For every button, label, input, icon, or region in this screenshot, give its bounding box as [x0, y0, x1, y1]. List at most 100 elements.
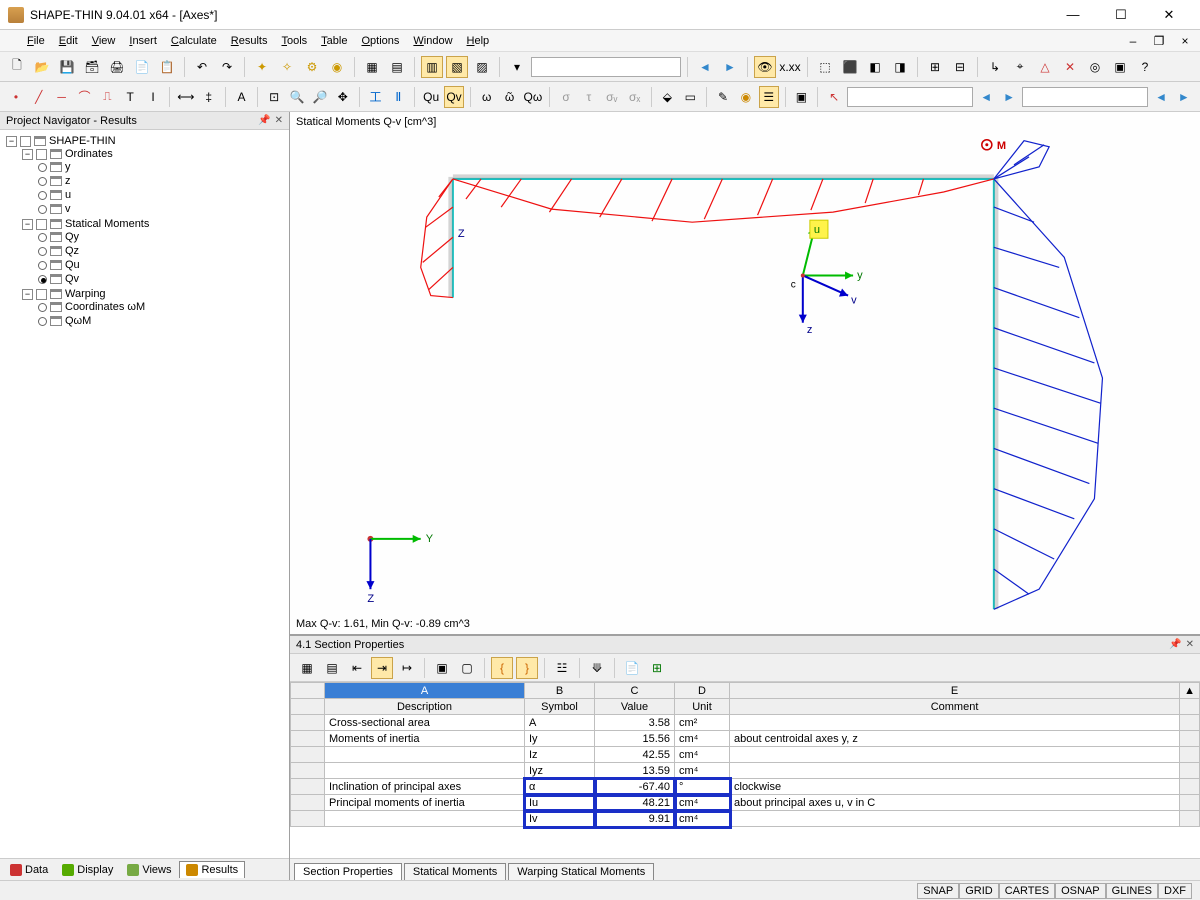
num-icon[interactable]: x.xx [779, 56, 801, 78]
filter-icon[interactable]: ▣ [792, 86, 812, 108]
tree-item[interactable]: v [38, 202, 287, 216]
pt-btn-5[interactable]: ↦ [396, 657, 418, 679]
doc-icon[interactable] [4, 34, 18, 48]
section-h-icon[interactable]: Ⅱ [388, 86, 408, 108]
table-row[interactable]: Cross-sectional areaA3.58cm² [291, 715, 1200, 731]
redo-icon[interactable]: ↷ [216, 56, 238, 78]
navigator-tree[interactable]: −SHAPE-THIN −Ordinatesyzuv−Statical Mome… [0, 130, 289, 858]
tree-item[interactable]: Qu [38, 258, 287, 272]
table2-icon[interactable]: ▧ [446, 56, 468, 78]
draw-c-icon[interactable]: ☰ [759, 86, 779, 108]
menu-results[interactable]: Results [224, 33, 275, 49]
status-osnap[interactable]: OSNAP [1055, 883, 1106, 899]
table3-icon[interactable]: ▨ [471, 56, 493, 78]
status-glines[interactable]: GLINES [1106, 883, 1158, 899]
navtab-views[interactable]: Views [121, 862, 177, 878]
table-row[interactable]: Iz42.55cm⁴ [291, 747, 1200, 763]
tree-item[interactable]: Qv [38, 272, 287, 286]
combo-view[interactable] [531, 57, 681, 77]
sigma-d-icon[interactable]: σₓ [625, 86, 645, 108]
table-row[interactable]: Iv9.91cm⁴ [291, 811, 1200, 827]
navtab-results[interactable]: Results [179, 861, 245, 878]
sel2-prev-icon[interactable]: ◄ [1151, 86, 1171, 108]
tree-item[interactable]: z [38, 174, 287, 188]
pt-excel-icon[interactable]: ⊞ [646, 657, 668, 679]
undo-icon[interactable]: ↶ [191, 56, 213, 78]
saveall-icon[interactable]: 🗃 [81, 56, 103, 78]
mdi-close-icon[interactable]: × [1174, 30, 1196, 52]
pt-btn-10[interactable]: ☳ [551, 657, 573, 679]
tree-item[interactable]: Coordinates ωM [38, 300, 287, 314]
sections-icon[interactable]: ▦ [361, 56, 383, 78]
poly-icon[interactable]: ⎍ [97, 86, 117, 108]
zoom-in-icon[interactable]: 🔍 [287, 86, 307, 108]
pan-icon[interactable]: ✥ [333, 86, 353, 108]
sel2-next-icon[interactable]: ► [1174, 86, 1194, 108]
menu-help[interactable]: Help [460, 33, 497, 49]
sigma-a-icon[interactable]: σ [556, 86, 576, 108]
minimize-button[interactable]: — [1050, 1, 1096, 29]
line2-icon[interactable]: ─ [52, 86, 72, 108]
prev-icon[interactable]: ◄ [694, 56, 716, 78]
tree-item[interactable]: u [38, 188, 287, 202]
pt-btn-3[interactable]: ⇤ [346, 657, 368, 679]
check-icon[interactable]: ◉ [326, 56, 348, 78]
help-icon[interactable]: ? [1134, 56, 1156, 78]
dim-b-icon[interactable]: ‡ [199, 86, 219, 108]
view-a-icon[interactable]: ⬚ [814, 56, 836, 78]
stress-a-icon[interactable]: ⬙ [657, 86, 677, 108]
sel-next-icon[interactable]: ► [999, 86, 1019, 108]
triangle-icon[interactable]: △ [1034, 56, 1056, 78]
pt-btn-6[interactable]: ▣ [431, 657, 453, 679]
draw-b-icon[interactable]: ◉ [736, 86, 756, 108]
pt-btn-7[interactable]: ▢ [456, 657, 478, 679]
table-row[interactable]: Moments of inertiaIy15.56cm⁴about centro… [291, 731, 1200, 747]
cross-icon[interactable]: ✕ [1059, 56, 1081, 78]
maximize-button[interactable]: ☐ [1098, 1, 1144, 29]
node-icon[interactable]: • [6, 86, 26, 108]
save-icon[interactable]: 💾 [56, 56, 78, 78]
pt-btn-12[interactable]: 📄 [621, 657, 643, 679]
table-row[interactable]: Principal moments of inertiaIu48.21cm⁴ab… [291, 795, 1200, 811]
table-row[interactable]: Inclination of principal axesα-67.40°clo… [291, 779, 1200, 795]
mdi-minimize-icon[interactable]: – [1122, 30, 1144, 52]
table-row[interactable]: Iyz13.59cm⁴ [291, 763, 1200, 779]
pin-icon[interactable]: 📌 [258, 115, 270, 126]
draw-a-icon[interactable]: ✎ [713, 86, 733, 108]
line1-icon[interactable]: ╱ [29, 86, 49, 108]
target-icon[interactable]: ◎ [1084, 56, 1106, 78]
report-icon[interactable]: 📋 [156, 56, 178, 78]
close2-icon[interactable]: ✕ [1186, 639, 1194, 650]
proptab-section-properties[interactable]: Section Properties [294, 863, 402, 880]
pt-btn-4[interactable]: ⇥ [371, 657, 393, 679]
status-grid[interactable]: GRID [959, 883, 999, 899]
arc-icon[interactable]: ⌒ [75, 86, 95, 108]
viewport[interactable]: Statical Moments Q-v [cm^3] [290, 112, 1200, 635]
dim-a-icon[interactable]: ⟷ [176, 86, 196, 108]
navtab-data[interactable]: Data [4, 862, 54, 878]
grid-b-icon[interactable]: ⊟ [949, 56, 971, 78]
sel-prev-icon[interactable]: ◄ [976, 86, 996, 108]
anchor-icon[interactable]: ⌖ [1009, 56, 1031, 78]
menu-view[interactable]: View [85, 33, 123, 49]
pt-btn-8[interactable]: { [491, 657, 513, 679]
menu-tools[interactable]: Tools [274, 33, 314, 49]
dd-arrow-icon[interactable]: ▾ [506, 56, 528, 78]
menu-options[interactable]: Options [354, 33, 406, 49]
pick-icon[interactable]: ↳ [984, 56, 1006, 78]
table1-icon[interactable]: ▥ [421, 56, 443, 78]
zoom-win-icon[interactable]: ⊡ [264, 86, 284, 108]
sigma-c-icon[interactable]: σᵥ [602, 86, 622, 108]
panel-close-icon[interactable]: ✕ [275, 115, 283, 126]
status-cartes[interactable]: CARTES [999, 883, 1055, 899]
pin2-icon[interactable]: 📌 [1169, 639, 1181, 650]
omega-a-icon[interactable]: ω [477, 86, 497, 108]
navtab-display[interactable]: Display [56, 862, 119, 878]
menu-insert[interactable]: Insert [122, 33, 164, 49]
view-c-icon[interactable]: ◧ [864, 56, 886, 78]
new-icon[interactable]: 🗋 [6, 56, 28, 78]
view-d-icon[interactable]: ◨ [889, 56, 911, 78]
qomega-icon[interactable]: Qω [523, 86, 544, 108]
tree-item[interactable]: QωM [38, 314, 287, 328]
close-button[interactable]: ✕ [1146, 1, 1192, 29]
